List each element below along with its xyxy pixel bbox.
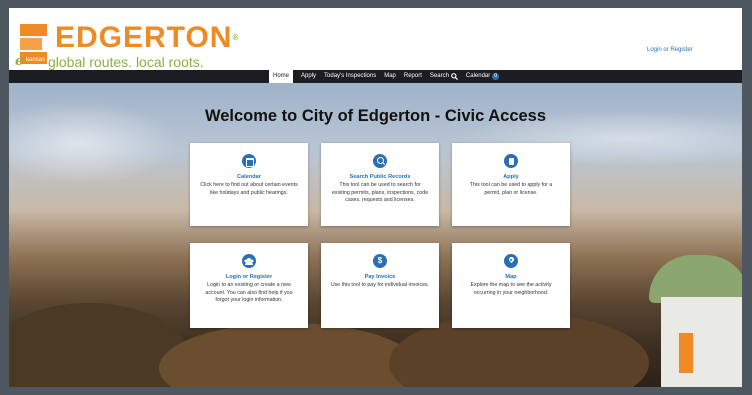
- nav-map[interactable]: Map: [384, 70, 396, 83]
- card-map[interactable]: Map Explore the map to see the activity …: [452, 243, 570, 328]
- card-description: This tool can be used to apply for a per…: [469, 182, 553, 196]
- dollar-icon: $: [373, 254, 387, 268]
- login-register-link[interactable]: Login or Register: [647, 47, 693, 53]
- main-nav: Home Apply Today's Inspections Map Repor…: [9, 70, 742, 83]
- tree-cluster: [159, 323, 419, 387]
- hero-background: [9, 83, 742, 387]
- card-title: Search Public Records: [349, 174, 411, 180]
- nav-home[interactable]: Home: [269, 70, 294, 83]
- card-search-public-records[interactable]: Search Public Records This tool can be u…: [321, 143, 439, 226]
- apply-icon: [504, 154, 518, 168]
- card-description: Click here to find out about certain eve…: [200, 182, 298, 196]
- card-calendar[interactable]: Calendar Click here to find out about ce…: [190, 143, 308, 226]
- card-description: Use this tool to pay for individual invo…: [330, 282, 430, 288]
- card-login-register[interactable]: Login or Register Login to an existing o…: [190, 243, 308, 328]
- logo-e-letter: e: [15, 54, 24, 69]
- site-header: e kansas EDGERTON® global routes. local …: [9, 8, 742, 70]
- card-description: Explore the map to see the activity occu…: [470, 282, 552, 296]
- calendar-count-badge: 0: [492, 73, 500, 80]
- water-tower-roof: [649, 255, 742, 303]
- registered-mark: ®: [232, 33, 240, 42]
- logo-name: EDGERTON®: [55, 21, 240, 54]
- water-tower-tank: [661, 297, 742, 387]
- card-pay-invoice[interactable]: $ Pay Invoice Use this tool to pay for i…: [321, 243, 439, 328]
- calendar-icon: [242, 154, 256, 168]
- logo-kansas-badge: kansas: [24, 56, 48, 64]
- card-description: Login to an existing or create a new acc…: [205, 282, 293, 303]
- nav-report[interactable]: Report: [404, 70, 422, 83]
- page-title: Welcome to City of Edgerton - Civic Acce…: [204, 107, 547, 125]
- page: e kansas EDGERTON® global routes. local …: [9, 8, 742, 387]
- users-icon: [242, 254, 256, 268]
- search-icon: [373, 154, 387, 168]
- screenshot-frame: e kansas EDGERTON® global routes. local …: [0, 0, 752, 395]
- logo-mark-icon: e kansas: [15, 24, 49, 69]
- card-title: Login or Register: [225, 274, 273, 280]
- card-title: Calendar: [237, 174, 261, 180]
- card-description: This tool can be used to search for exis…: [331, 182, 429, 203]
- nav-calendar[interactable]: Calendar 0: [466, 70, 500, 83]
- edgerton-logo[interactable]: e kansas EDGERTON® global routes. local …: [15, 22, 238, 71]
- water-tower-logo: [679, 333, 693, 373]
- card-title: Map: [505, 274, 517, 280]
- nav-search[interactable]: Search: [430, 70, 458, 83]
- nav-apply[interactable]: Apply: [301, 70, 316, 83]
- card-title: Pay Invoice: [364, 274, 396, 280]
- search-icon: [451, 73, 458, 80]
- card-title: Apply: [503, 174, 519, 180]
- nav-todays-inspections[interactable]: Today's Inspections: [324, 70, 376, 83]
- map-pin-icon: [504, 254, 518, 268]
- card-apply[interactable]: Apply This tool can be used to apply for…: [452, 143, 570, 226]
- logo-tagline: global routes. local roots.: [48, 54, 204, 70]
